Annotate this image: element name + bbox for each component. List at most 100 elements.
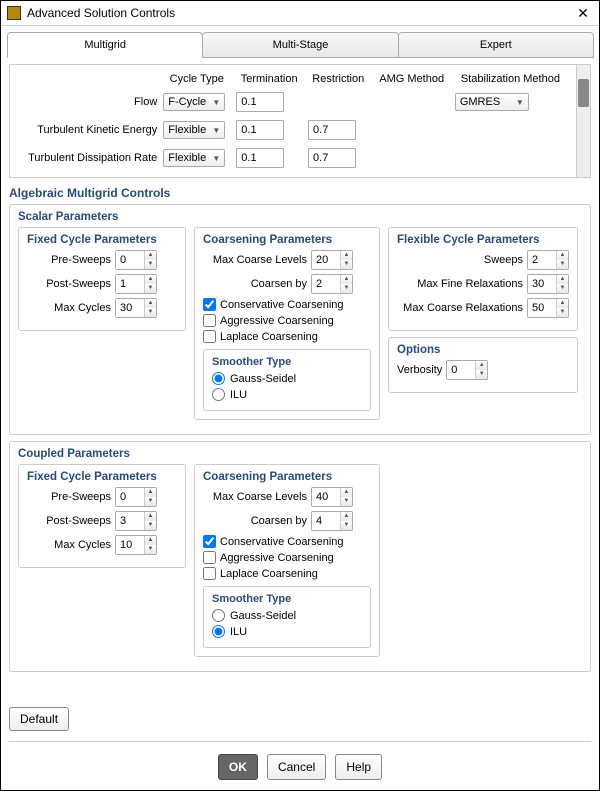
close-icon[interactable]: ✕ xyxy=(573,5,593,21)
coupled-pre-sweeps-input[interactable]: ▲▼ xyxy=(115,487,157,507)
help-button[interactable]: Help xyxy=(335,754,382,780)
scalar-smoother-ilu-radio[interactable] xyxy=(212,388,225,401)
chevron-down-icon: ▼ xyxy=(212,98,220,107)
c-laplace-label: Laplace Coarsening xyxy=(220,568,318,580)
spin-down-icon[interactable]: ▼ xyxy=(557,284,568,293)
spin-down-icon[interactable]: ▼ xyxy=(341,284,352,293)
flex-max-coarse-input[interactable]: ▲▼ xyxy=(527,298,569,318)
smoother-legend: Smoother Type xyxy=(212,356,362,368)
coupled-coarsen-by-input[interactable]: ▲▼ xyxy=(311,511,353,531)
c-pre-sweeps-label: Pre-Sweeps xyxy=(27,491,111,503)
row-flow-label: Flow xyxy=(16,89,159,115)
flex-max-fine-input[interactable]: ▲▼ xyxy=(527,274,569,294)
spin-up-icon[interactable]: ▲ xyxy=(145,299,156,308)
coupled-coarsen-legend: Coarsening Parameters xyxy=(203,471,371,483)
coupled-aggressive-check[interactable] xyxy=(203,551,216,564)
coupled-coarsening: Coarsening Parameters Max Coarse Levels ▲… xyxy=(194,464,380,657)
spin-up-icon[interactable]: ▲ xyxy=(145,275,156,284)
scalar-post-sweeps-input[interactable]: ▲▼ xyxy=(115,274,157,294)
scalar-smoother-gs-radio[interactable] xyxy=(212,372,225,385)
tke-cycle-select[interactable]: Flexible▼ xyxy=(163,121,225,139)
default-button[interactable]: Default xyxy=(9,707,69,731)
coupled-smoother-gs-radio[interactable] xyxy=(212,609,225,622)
spin-up-icon[interactable]: ▲ xyxy=(145,251,156,260)
spin-down-icon[interactable]: ▼ xyxy=(145,521,156,530)
scalar-conservative-check[interactable] xyxy=(203,298,216,311)
aggressive-label: Aggressive Coarsening xyxy=(220,315,334,327)
ok-button[interactable]: OK xyxy=(218,754,258,780)
spin-down-icon[interactable]: ▼ xyxy=(557,260,568,269)
spin-down-icon[interactable]: ▼ xyxy=(557,308,568,317)
spin-up-icon[interactable]: ▲ xyxy=(557,299,568,308)
c-aggressive-label: Aggressive Coarsening xyxy=(220,552,334,564)
coupled-parameters: Coupled Parameters Fixed Cycle Parameter… xyxy=(9,441,591,672)
tab-multistage[interactable]: Multi-Stage xyxy=(202,32,398,58)
tdr-termination-input[interactable] xyxy=(236,148,284,168)
divider xyxy=(9,741,591,742)
c-smoother-legend: Smoother Type xyxy=(212,593,362,605)
tke-restriction-input[interactable] xyxy=(308,120,356,140)
coupled-smoother-group: Smoother Type Gauss-Seidel ILU xyxy=(203,586,371,648)
scalar-laplace-check[interactable] xyxy=(203,330,216,343)
footer-top: Default xyxy=(1,703,599,739)
spin-up-icon[interactable]: ▲ xyxy=(341,275,352,284)
flow-cycle-select[interactable]: F-Cycle▼ xyxy=(163,93,225,111)
tke-termination-input[interactable] xyxy=(236,120,284,140)
tab-content: Cycle Type Termination Restriction AMG M… xyxy=(1,58,599,703)
spin-down-icon[interactable]: ▼ xyxy=(341,497,352,506)
pre-sweeps-label: Pre-Sweeps xyxy=(27,254,111,266)
grid-scrollbar[interactable] xyxy=(576,65,590,177)
conservative-label: Conservative Coarsening xyxy=(220,299,344,311)
spin-up-icon[interactable]: ▲ xyxy=(557,275,568,284)
coupled-smoother-ilu-radio[interactable] xyxy=(212,625,225,638)
spin-up-icon[interactable]: ▲ xyxy=(557,251,568,260)
spin-down-icon[interactable]: ▼ xyxy=(145,284,156,293)
spin-down-icon[interactable]: ▼ xyxy=(341,260,352,269)
c-post-sweeps-label: Post-Sweeps xyxy=(27,515,111,527)
scalar-aggressive-check[interactable] xyxy=(203,314,216,327)
c-gs-label: Gauss-Seidel xyxy=(230,610,296,622)
max-cycles-label: Max Cycles xyxy=(27,302,111,314)
post-sweeps-label: Post-Sweeps xyxy=(27,278,111,290)
coupled-max-coarse-levels-input[interactable]: ▲▼ xyxy=(311,487,353,507)
sweeps-label: Sweeps xyxy=(397,254,523,266)
scroll-thumb[interactable] xyxy=(578,79,589,107)
spin-up-icon[interactable]: ▲ xyxy=(145,488,156,497)
verbosity-input[interactable]: ▲▼ xyxy=(446,360,488,380)
spin-up-icon[interactable]: ▲ xyxy=(341,512,352,521)
spin-up-icon[interactable]: ▲ xyxy=(476,361,487,370)
spin-down-icon[interactable]: ▼ xyxy=(145,260,156,269)
scalar-max-cycles-input[interactable]: ▲▼ xyxy=(115,298,157,318)
spin-down-icon[interactable]: ▼ xyxy=(341,521,352,530)
cancel-button[interactable]: Cancel xyxy=(267,754,326,780)
tdr-cycle-select[interactable]: Flexible▼ xyxy=(163,149,225,167)
c-max-coarse-levels-label: Max Coarse Levels xyxy=(203,491,307,503)
flow-stabilization-select[interactable]: GMRES▼ xyxy=(455,93,529,111)
tab-multigrid[interactable]: Multigrid xyxy=(7,32,203,58)
max-fine-label: Max Fine Relaxations xyxy=(397,278,523,290)
ilu-label: ILU xyxy=(230,389,247,401)
spin-down-icon[interactable]: ▼ xyxy=(145,545,156,554)
spin-up-icon[interactable]: ▲ xyxy=(145,536,156,545)
tab-expert[interactable]: Expert xyxy=(398,32,594,58)
coupled-laplace-check[interactable] xyxy=(203,567,216,580)
scalar-flexible-cycle: Flexible Cycle Parameters Sweeps▲▼ Max F… xyxy=(388,227,578,331)
coupled-post-sweeps-input[interactable]: ▲▼ xyxy=(115,511,157,531)
spin-down-icon[interactable]: ▼ xyxy=(145,497,156,506)
flow-termination-input[interactable] xyxy=(236,92,284,112)
spin-up-icon[interactable]: ▲ xyxy=(341,488,352,497)
spin-up-icon[interactable]: ▲ xyxy=(341,251,352,260)
coupled-conservative-check[interactable] xyxy=(203,535,216,548)
spin-down-icon[interactable]: ▼ xyxy=(476,370,487,379)
scalar-pre-sweeps-input[interactable]: ▲▼ xyxy=(115,250,157,270)
chevron-down-icon: ▼ xyxy=(212,154,220,163)
scalar-coarsen-by-input[interactable]: ▲▼ xyxy=(311,274,353,294)
max-coarse-label: Max Coarse Relaxations xyxy=(397,302,523,314)
flex-sweeps-input[interactable]: ▲▼ xyxy=(527,250,569,270)
tdr-restriction-input[interactable] xyxy=(308,148,356,168)
flex-legend: Flexible Cycle Parameters xyxy=(397,234,569,246)
spin-up-icon[interactable]: ▲ xyxy=(145,512,156,521)
spin-down-icon[interactable]: ▼ xyxy=(145,308,156,317)
coupled-max-cycles-input[interactable]: ▲▼ xyxy=(115,535,157,555)
scalar-max-coarse-levels-input[interactable]: ▲▼ xyxy=(311,250,353,270)
